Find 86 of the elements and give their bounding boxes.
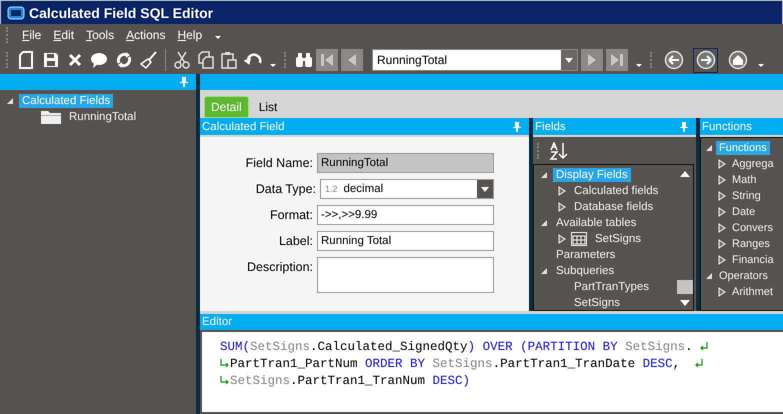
collapsed-arrow-icon[interactable]	[558, 234, 566, 244]
tree-item[interactable]: SetSigns	[571, 296, 624, 310]
table-icon	[571, 232, 587, 246]
copy-icon[interactable]	[198, 51, 214, 69]
dropdown-caret-icon	[565, 58, 573, 62]
collapsed-arrow-icon[interactable]	[558, 186, 566, 196]
paste-icon[interactable]	[221, 51, 237, 69]
code-line: SUM(SetSigns.Calculated_SignedQty) OVER (PARTITION BY SetSigns.	[220, 340, 693, 354]
collapsed-arrow-icon[interactable]	[718, 175, 726, 185]
expanded-arrow-icon[interactable]	[540, 267, 548, 275]
window-app-icon	[7, 6, 25, 20]
code-line: PartTran1_PartNum ORDER BY SetSigns.PartTran1_TranDate DESC,	[230, 356, 682, 370]
tree-item[interactable]: Financia	[729, 253, 777, 267]
tree-item[interactable]: SetSigns	[592, 232, 644, 246]
tree-item[interactable]: Arithmet	[729, 285, 776, 299]
save-icon[interactable]	[42, 51, 60, 69]
panel-title: Fields	[535, 120, 566, 132]
tree-item[interactable]: Date	[729, 205, 758, 219]
tab[interactable]: List	[252, 96, 284, 118]
record-combo-box[interactable]: RunningTotal	[372, 49, 578, 71]
tree-item[interactable]: RunningTotal	[66, 110, 140, 124]
broom-icon[interactable]	[140, 51, 158, 69]
tree-item[interactable]: Ranges	[729, 237, 773, 251]
code-line: SetSigns.PartTran1_TranNum DESC)	[230, 374, 470, 388]
text-field[interactable]: Running Total	[317, 231, 494, 251]
overflow-caret-icon[interactable]	[269, 62, 277, 68]
expanded-arrow-icon[interactable]	[540, 219, 548, 227]
tree-item[interactable]: Available tables	[553, 216, 640, 230]
expanded-arrow-icon[interactable]	[540, 171, 548, 179]
collapsed-arrow-icon[interactable]	[718, 191, 726, 201]
collapsed-arrow-icon[interactable]	[718, 223, 726, 233]
panel-title: Editor	[202, 316, 232, 328]
collapsed-arrow-icon[interactable]	[718, 255, 726, 265]
panel-title: Calculated Field	[202, 120, 284, 132]
menu-item[interactable]: Actions	[126, 28, 166, 42]
tree-item[interactable]: Calculated fields	[571, 184, 662, 198]
dropdown-caret-icon	[481, 186, 489, 192]
field-label: Format:	[268, 207, 313, 224]
collapsed-arrow-icon[interactable]	[718, 207, 726, 217]
field-label: Label:	[278, 233, 313, 250]
close-icon[interactable]	[67, 52, 83, 68]
menu-item[interactable]: Tools	[86, 28, 114, 42]
field-label: Field Name:	[244, 155, 313, 172]
folder-icon	[41, 110, 61, 124]
binoculars-icon[interactable]	[295, 52, 313, 68]
collapsed-arrow-icon[interactable]	[718, 287, 726, 297]
tree-item[interactable]: PartTranTypes	[571, 280, 652, 294]
refresh-icon[interactable]	[115, 51, 133, 69]
tree-item[interactable]: String	[729, 189, 764, 203]
expanded-arrow-icon[interactable]	[705, 144, 713, 152]
menu-item[interactable]: File	[22, 28, 42, 42]
scroll-up-icon[interactable]	[680, 171, 690, 177]
field-label: Data Type:	[254, 181, 316, 198]
tree-item[interactable]: Subqueries	[553, 264, 618, 278]
overflow-caret-icon[interactable]	[635, 62, 643, 68]
forward-button[interactable]	[693, 48, 718, 72]
text-field[interactable]: ->>,>>9.99	[317, 205, 494, 225]
collapsed-arrow-icon[interactable]	[558, 202, 566, 212]
panel-title: Functions	[702, 120, 752, 132]
tree-item[interactable]: Parameters	[553, 248, 618, 262]
expanded-arrow-icon[interactable]	[705, 272, 713, 280]
menu-item[interactable]: Edit	[53, 28, 74, 42]
skip-to-first-icon	[320, 52, 334, 68]
tree-item[interactable]: Database fields	[571, 200, 656, 214]
menu-item[interactable]: Help	[177, 28, 202, 42]
overflow-caret-icon[interactable]	[757, 62, 765, 68]
sort-icon[interactable]	[549, 142, 569, 160]
scrollbar-thumb[interactable]	[677, 280, 693, 294]
collapsed-arrow-icon[interactable]	[718, 159, 726, 169]
window-title: Calculated Field SQL Editor	[29, 4, 214, 20]
tree-item[interactable]: Operators	[716, 269, 771, 283]
tree-item[interactable]: Aggrega	[729, 157, 777, 171]
dropdown-field[interactable]: 1.2 decimal	[320, 179, 494, 199]
overflow-caret-icon[interactable]	[214, 34, 222, 40]
expanded-arrow-icon[interactable]	[6, 97, 14, 105]
cut-icon[interactable]	[173, 51, 191, 69]
field-label: Description:	[246, 259, 313, 276]
skip-to-last-icon	[610, 52, 624, 68]
new-document-icon[interactable]	[17, 50, 35, 70]
scroll-down-icon[interactable]	[680, 300, 690, 306]
collapsed-arrow-icon[interactable]	[718, 239, 726, 249]
tree-item[interactable]: Convers	[729, 221, 776, 235]
code-editor[interactable]: SUM(SetSigns.Calculated_SignedQty) OVER (PARTITION BY SetSigns. PartTran1_PartNum ORDER BY SetSigns.PartTran1_TranDate DESC, SetSigns.PartTran1_TranNum DESC)	[200, 330, 783, 414]
tree-item[interactable]: Math	[729, 173, 760, 187]
text-area[interactable]	[317, 257, 494, 293]
speech-bubble-icon[interactable]	[90, 51, 108, 69]
